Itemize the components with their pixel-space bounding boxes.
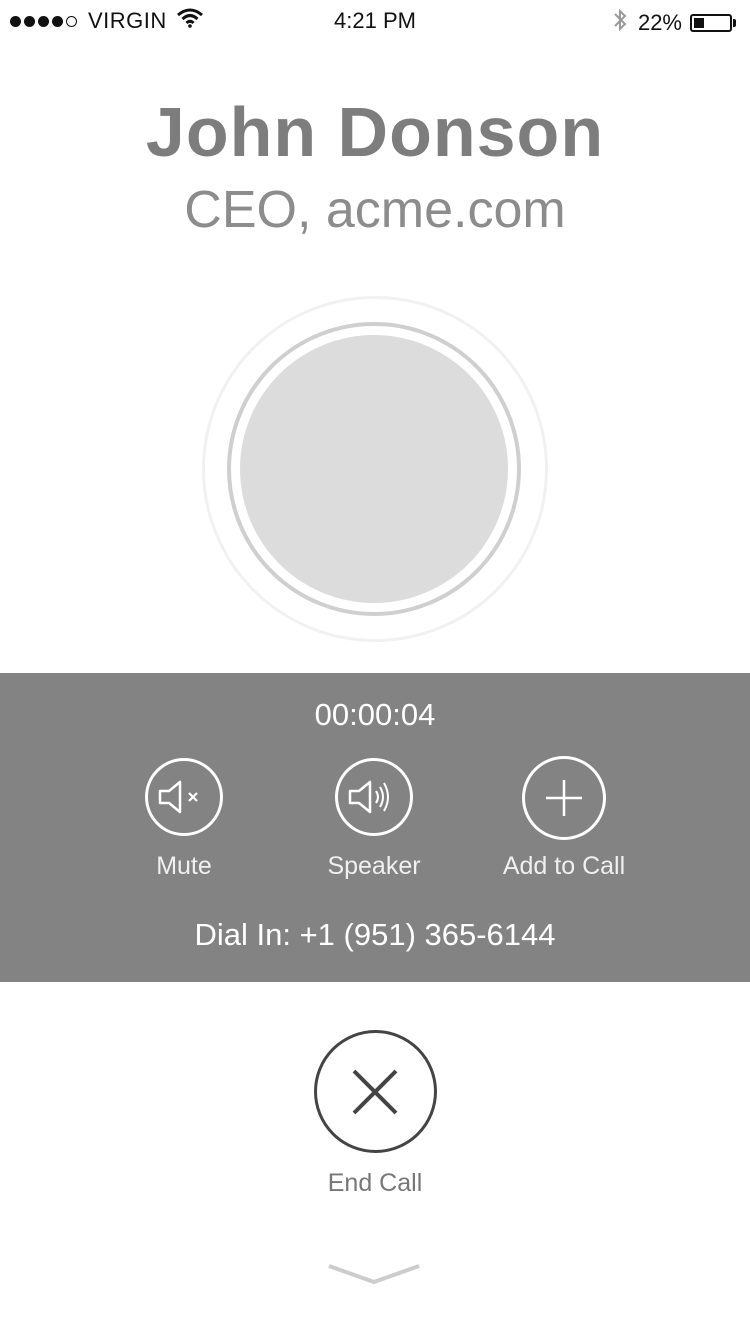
battery-cap (733, 19, 736, 27)
close-icon[interactable] (313, 1030, 437, 1153)
status-bar: VIRGIN 4:21 PM 22% (0, 0, 750, 40)
speaker-icon[interactable] (335, 758, 413, 836)
contact-title: CEO, acme.com (184, 181, 566, 239)
contact-name: John Donson (145, 93, 605, 171)
battery-fill (694, 18, 704, 28)
end-call-button[interactable]: End Call (275, 1030, 475, 1198)
status-right: 22% (612, 7, 736, 39)
avatar-image (240, 335, 508, 603)
dial-in-number[interactable]: Dial In: +1 (951) 365-6144 (0, 917, 750, 953)
speaker-label: Speaker (327, 852, 421, 880)
add-to-call-button[interactable]: Add to Call (464, 756, 664, 881)
contact-avatar (202, 296, 548, 642)
plus-icon[interactable] (522, 756, 606, 840)
speaker-button[interactable]: Speaker (274, 758, 474, 881)
call-timer: 00:00:04 (314, 697, 436, 732)
mute-icon[interactable] (145, 758, 223, 836)
end-call-label: End Call (327, 1169, 423, 1197)
call-control-panel: 00:00:04 Mute Speaker Add to Call Dial I… (0, 673, 750, 982)
mute-label: Mute (156, 852, 212, 880)
mute-button[interactable]: Mute (84, 758, 284, 881)
battery-icon (690, 14, 732, 32)
add-to-call-label: Add to Call (502, 852, 626, 880)
battery-percentage: 22% (637, 10, 682, 35)
bluetooth-icon (612, 7, 628, 39)
chevron-down-icon[interactable] (327, 1262, 421, 1286)
